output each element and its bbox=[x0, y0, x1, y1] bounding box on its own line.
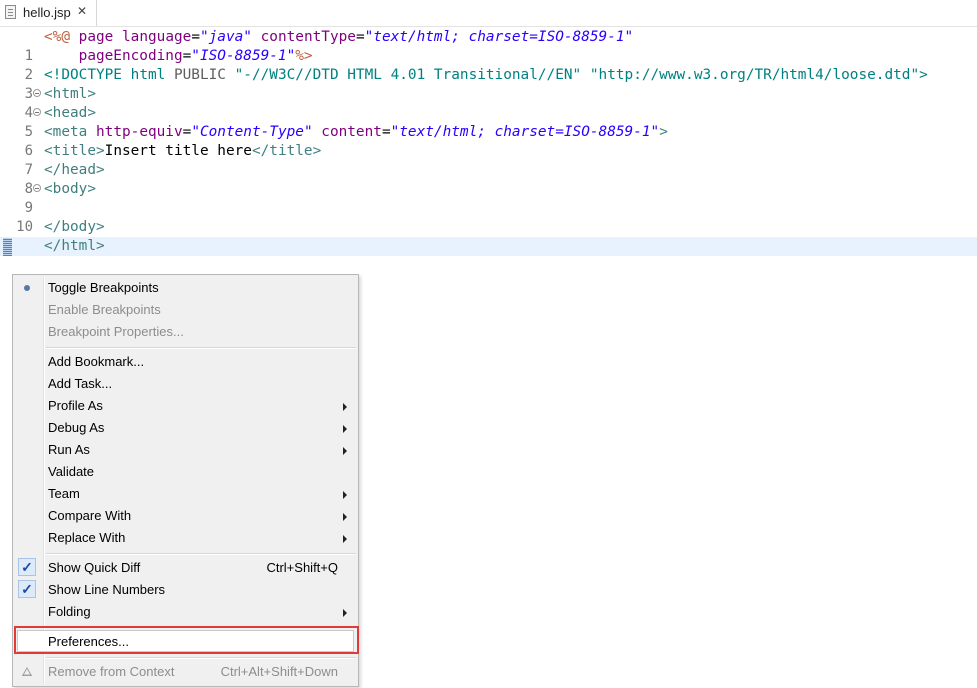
preferences-highlight-box bbox=[14, 626, 359, 654]
code-line[interactable]: 4 <html> bbox=[0, 85, 977, 121]
menu-item-validate[interactable]: Validate bbox=[15, 461, 356, 483]
menu-item-shortcut: Ctrl+Shift+Q bbox=[266, 560, 338, 575]
code-line[interactable]: 8 </head> bbox=[0, 161, 977, 197]
menu-item-team[interactable]: Team bbox=[15, 483, 356, 505]
code-text: <body> bbox=[44, 181, 96, 197]
submenu-arrow-icon bbox=[343, 425, 347, 433]
checkmark-icon: ✓ bbox=[18, 558, 36, 576]
menu-item-run-as[interactable]: Run As bbox=[15, 439, 356, 461]
code-text: <title>Insert title here</title> bbox=[44, 143, 322, 159]
code-line-current[interactable]: 12 </html> bbox=[0, 237, 977, 292]
menu-item-compare-with[interactable]: Compare With bbox=[15, 505, 356, 527]
fold-toggle-icon[interactable] bbox=[33, 184, 41, 192]
menu-item-add-task[interactable]: Add Task... bbox=[15, 373, 356, 395]
editor-tab-bar: hello.jsp ✕ bbox=[0, 0, 977, 27]
menu-item-toggle-breakpoints[interactable]: Toggle Breakpoints bbox=[15, 277, 356, 299]
menu-item-debug-as[interactable]: Debug As bbox=[15, 417, 356, 439]
submenu-arrow-icon bbox=[343, 491, 347, 499]
menu-item-label: Debug As bbox=[48, 420, 105, 435]
code-line[interactable]: 7 <title>Insert title here</title> bbox=[0, 142, 977, 178]
menu-item-label: Add Task... bbox=[48, 376, 113, 391]
code-line[interactable]: 3 <!DOCTYPE html PUBLIC "-//W3C//DTD HTM… bbox=[0, 66, 977, 102]
submenu-arrow-icon bbox=[343, 403, 347, 411]
fold-toggle-icon[interactable] bbox=[33, 108, 41, 116]
code-text: <!DOCTYPE html PUBLIC "-//W3C//DTD HTML … bbox=[44, 67, 928, 83]
submenu-arrow-icon bbox=[343, 447, 347, 455]
menu-item-label: Folding bbox=[48, 604, 91, 619]
menu-item-enable-breakpoints[interactable]: Enable Breakpoints bbox=[15, 299, 356, 321]
breakpoint-dot-icon bbox=[24, 285, 30, 291]
menu-separator bbox=[46, 347, 356, 349]
menu-item-label: Add Bookmark... bbox=[48, 354, 145, 369]
code-line[interactable]: 11 </body> bbox=[0, 218, 977, 254]
code-line[interactable]: 2 pageEncoding="ISO-8859-1"%> bbox=[0, 47, 977, 83]
menu-item-label: Breakpoint Properties... bbox=[48, 324, 184, 339]
menu-item-folding[interactable]: Folding bbox=[15, 601, 356, 623]
code-text: <%@ page language="java" contentType="te… bbox=[44, 29, 634, 45]
menu-item-profile-as[interactable]: Profile As bbox=[15, 395, 356, 417]
code-text: <head> bbox=[44, 105, 96, 121]
menu-item-label: Run As bbox=[48, 442, 90, 457]
menu-item-label: Compare With bbox=[48, 508, 132, 523]
code-line[interactable]: 6 <meta http-equiv="Content-Type" conten… bbox=[0, 123, 977, 159]
change-marker-icon bbox=[3, 238, 12, 256]
menu-item-show-quick-diff[interactable]: ✓ Show Quick Diff Ctrl+Shift+Q bbox=[15, 557, 356, 579]
menu-item-label: Show Quick Diff bbox=[48, 560, 141, 575]
submenu-arrow-icon bbox=[343, 535, 347, 543]
code-text: </html> bbox=[44, 238, 105, 254]
code-text: <html> bbox=[44, 86, 96, 102]
menu-separator bbox=[46, 657, 356, 659]
menu-item-show-line-numbers[interactable]: ✓ Show Line Numbers bbox=[15, 579, 356, 601]
code-line[interactable]: 5 <head> bbox=[0, 104, 977, 140]
code-line[interactable]: 1 <%@ page language="java" contentType="… bbox=[0, 28, 977, 64]
code-text: <meta http-equiv="Content-Type" content=… bbox=[44, 124, 668, 140]
close-icon[interactable]: ✕ bbox=[77, 4, 87, 18]
code-editor[interactable]: 1 <%@ page language="java" contentType="… bbox=[0, 27, 977, 292]
code-text: </head> bbox=[44, 162, 105, 178]
tab-label: hello.jsp bbox=[23, 5, 71, 20]
jsp-file-icon bbox=[5, 5, 16, 19]
menu-item-label: Toggle Breakpoints bbox=[48, 280, 159, 295]
code-line[interactable]: 10 bbox=[0, 199, 977, 235]
code-text: </body> bbox=[44, 219, 105, 235]
menu-separator bbox=[46, 553, 356, 555]
menu-item-label: Replace With bbox=[48, 530, 126, 545]
menu-item-label: Show Line Numbers bbox=[48, 582, 166, 597]
submenu-arrow-icon bbox=[343, 513, 347, 521]
checkmark-icon: ✓ bbox=[18, 580, 36, 598]
menu-item-breakpoint-properties[interactable]: Breakpoint Properties... bbox=[15, 321, 356, 343]
menu-item-shortcut: Ctrl+Alt+Shift+Down bbox=[220, 664, 338, 679]
tab-hello-jsp[interactable]: hello.jsp ✕ bbox=[0, 0, 97, 26]
menu-item-label: Validate bbox=[48, 464, 95, 479]
remove-context-icon bbox=[22, 667, 32, 676]
menu-item-label: Team bbox=[48, 486, 80, 501]
code-line[interactable]: 9 <body> bbox=[0, 180, 977, 216]
submenu-arrow-icon bbox=[343, 609, 347, 617]
menu-item-label: Profile As bbox=[48, 398, 103, 413]
menu-item-replace-with[interactable]: Replace With bbox=[15, 527, 356, 549]
menu-item-remove-from-context[interactable]: Remove from Context Ctrl+Alt+Shift+Down bbox=[15, 661, 356, 683]
fold-toggle-icon[interactable] bbox=[33, 89, 41, 97]
menu-item-label: Remove from Context bbox=[48, 664, 175, 679]
code-text: pageEncoding="ISO-8859-1"%> bbox=[78, 48, 313, 64]
menu-item-add-bookmark[interactable]: Add Bookmark... bbox=[15, 351, 356, 373]
menu-item-label: Enable Breakpoints bbox=[48, 302, 161, 317]
